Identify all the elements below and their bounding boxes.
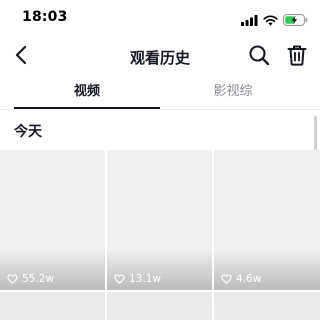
back-button[interactable] <box>8 44 34 70</box>
trash-icon <box>287 44 307 70</box>
video-thumbnail[interactable]: 13.1w <box>107 150 212 290</box>
page-title: 观看历史 <box>129 49 190 67</box>
heart-icon <box>114 274 125 284</box>
thumbnail-overlay <box>214 292 320 320</box>
video-thumbnail[interactable] <box>214 292 320 320</box>
video-thumbnail[interactable] <box>0 292 105 320</box>
nav-bar: 观看历史 <box>0 36 320 78</box>
heart-icon <box>7 274 18 284</box>
heart-icon <box>221 274 232 284</box>
like-count-text: 55.2w <box>22 273 54 285</box>
search-icon <box>248 44 270 70</box>
wifi-icon <box>263 11 278 30</box>
video-thumbnail[interactable]: 4.6w <box>214 150 320 290</box>
delete-button[interactable] <box>284 44 310 70</box>
status-time: 18:03 <box>22 9 68 25</box>
scrollbar[interactable] <box>314 116 317 150</box>
like-count: 4.6w <box>221 273 261 285</box>
like-count: 13.1w <box>114 273 161 285</box>
thumbnail-overlay <box>0 292 105 320</box>
video-thumbnail[interactable] <box>107 292 212 320</box>
status-icons <box>241 11 308 30</box>
section-header-today: 今天 <box>14 124 42 140</box>
like-count: 55.2w <box>7 273 54 285</box>
search-button[interactable] <box>246 44 272 70</box>
tab-videos[interactable]: 视频 <box>14 78 160 110</box>
battery-charging-icon <box>283 11 308 30</box>
like-count-text: 4.6w <box>236 273 262 285</box>
video-thumbnail[interactable]: 55.2w <box>0 150 105 290</box>
thumbnail-overlay <box>107 292 212 320</box>
tabs-divider <box>0 109 320 110</box>
tab-bar: 视频 影视综 <box>0 78 320 110</box>
status-bar: 18:03 <box>0 0 320 36</box>
chevron-left-icon <box>14 45 28 69</box>
signal-icon <box>241 11 258 30</box>
like-count-text: 13.1w <box>129 273 161 285</box>
tab-film-tv[interactable]: 影视综 <box>160 78 306 110</box>
